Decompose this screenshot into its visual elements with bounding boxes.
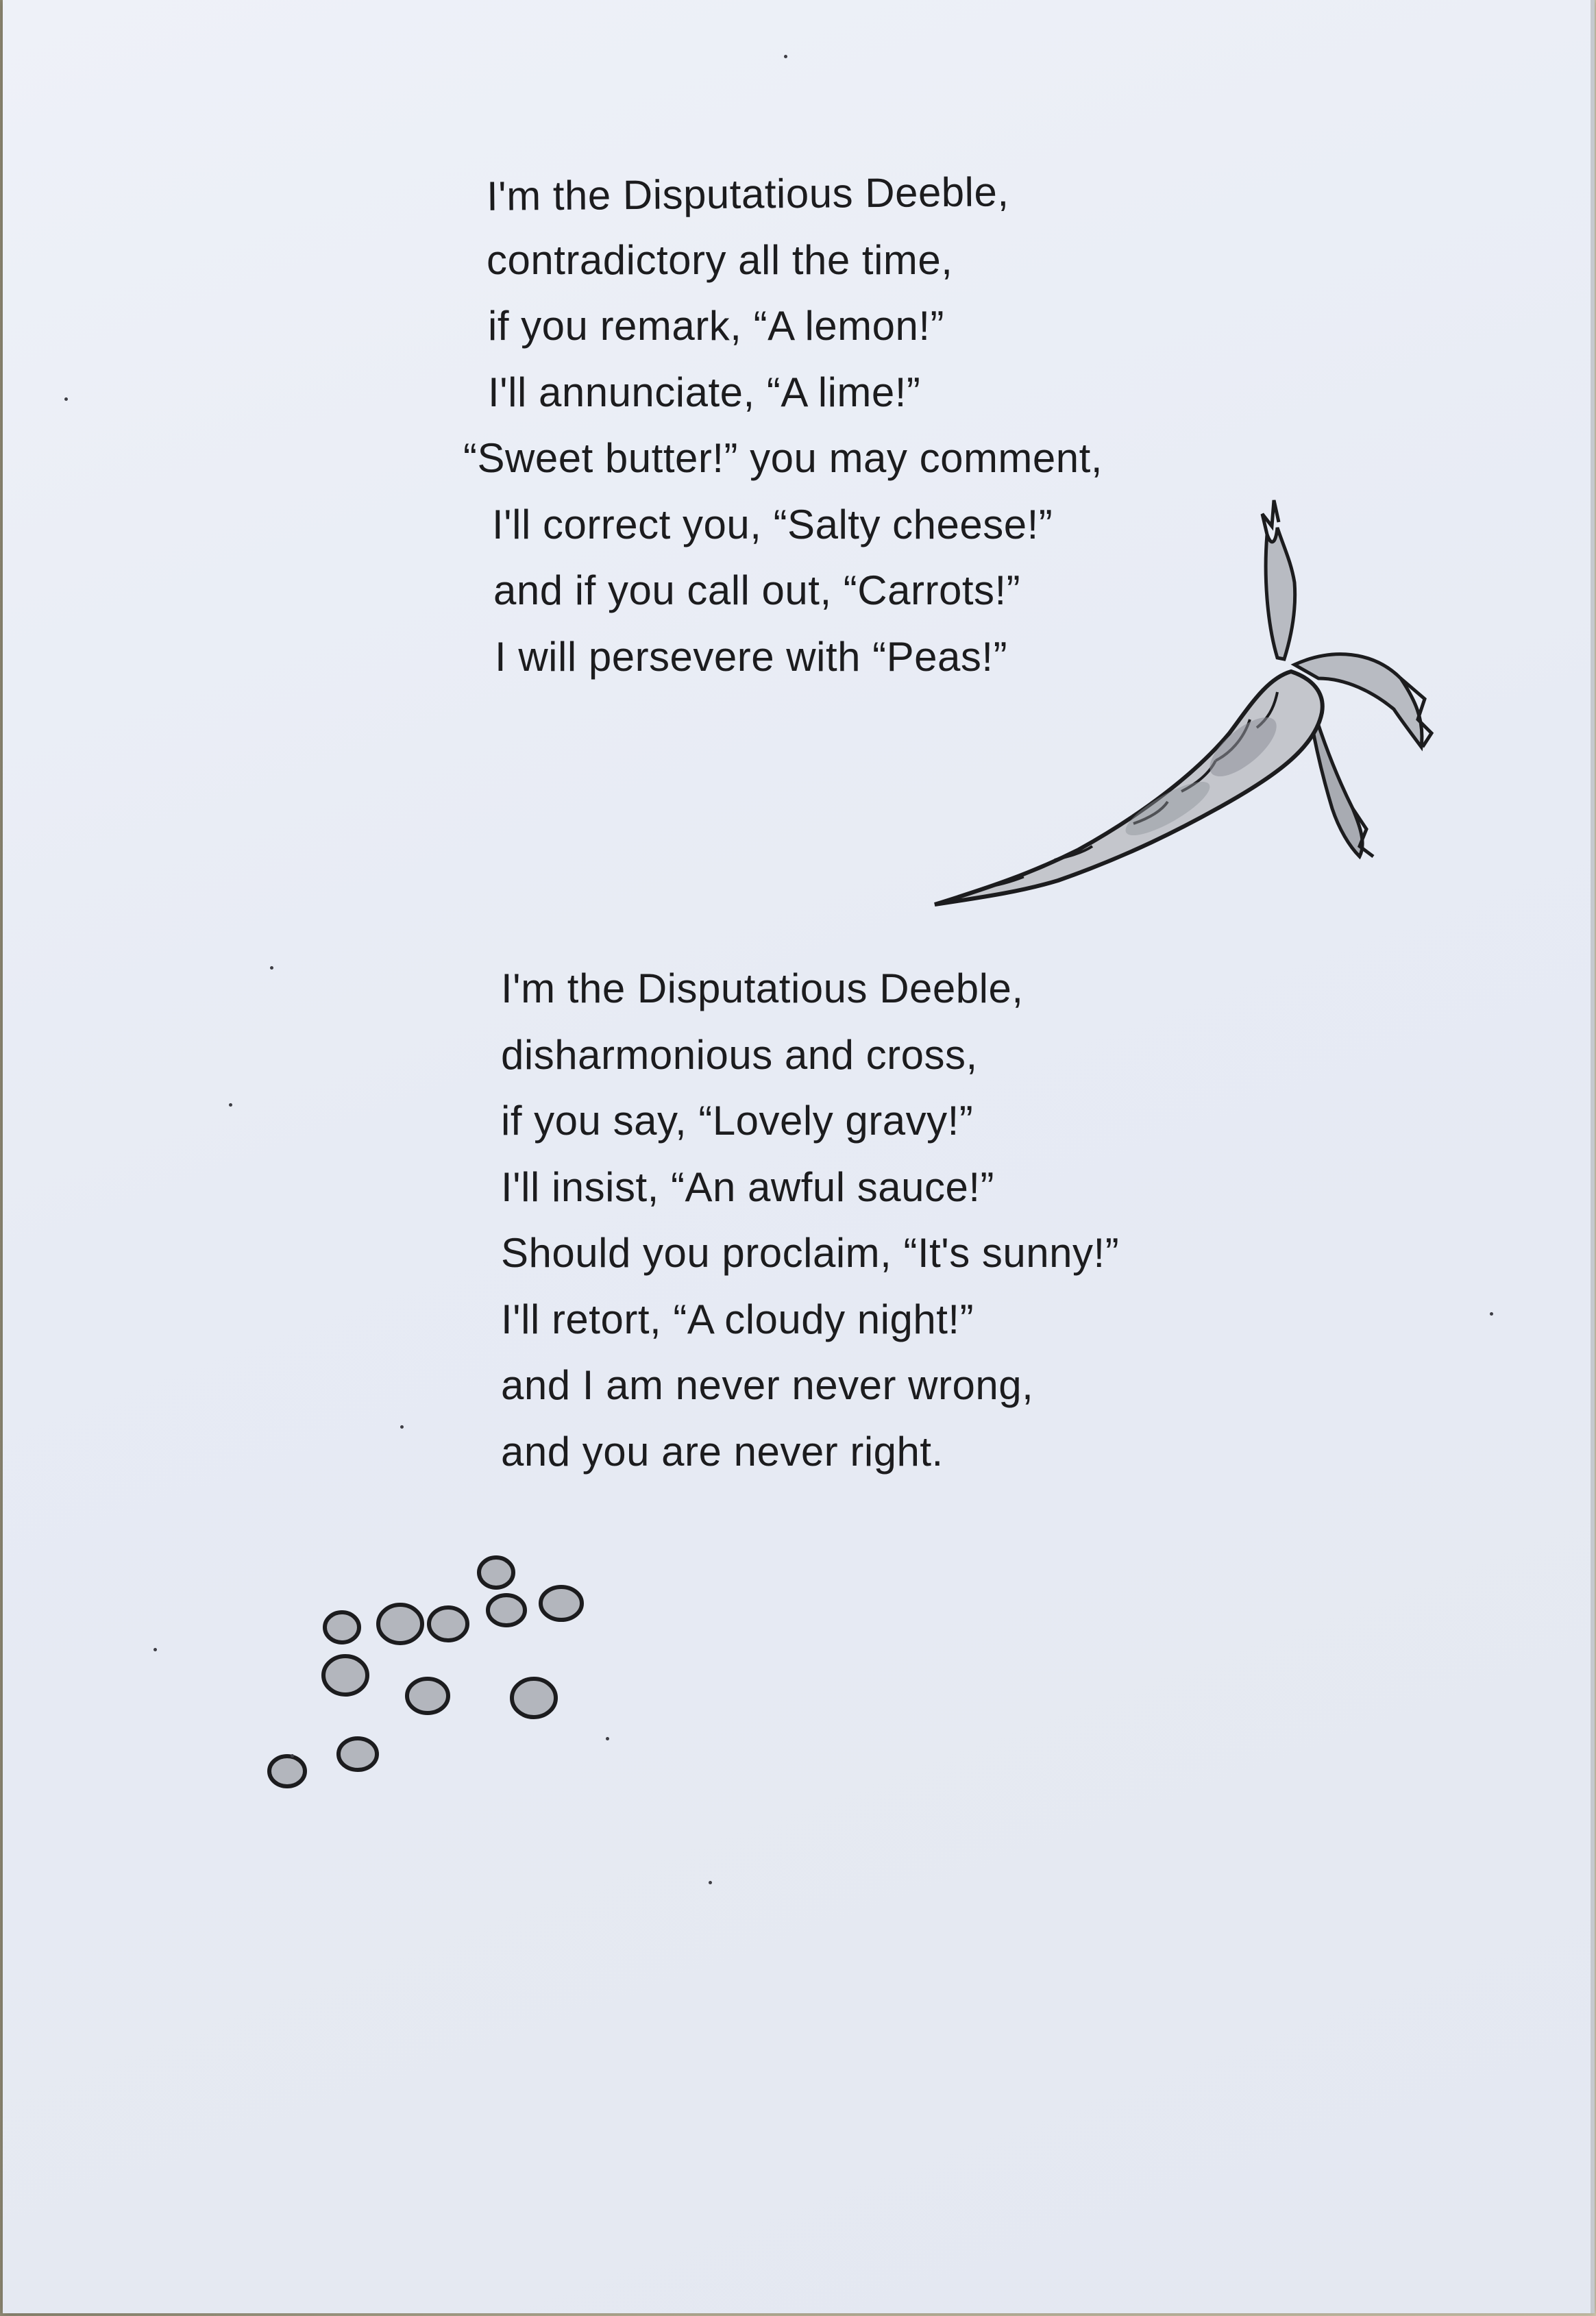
poem-line: I'll insist, “An awful sauce!”	[501, 1163, 995, 1210]
pea	[510, 1677, 558, 1719]
poem-line: I'll annunciate, “A lime!”	[488, 369, 921, 415]
paper-speck	[709, 1881, 712, 1884]
pea	[486, 1593, 527, 1627]
book-page: I'm the Disputatious Deeble, contradicto…	[3, 0, 1595, 2313]
pea	[267, 1754, 307, 1788]
paper-speck	[154, 1648, 157, 1651]
poem-line: Should you proclaim, “It's sunny!”	[501, 1230, 1120, 1276]
pea	[539, 1585, 584, 1622]
poem-line: I'll retort, “A cloudy night!”	[501, 1296, 974, 1342]
pea	[336, 1736, 379, 1772]
carrot-illustration	[934, 500, 1434, 907]
poem-line: disharmonious and cross,	[501, 1031, 978, 1078]
paper-speck	[291, 1754, 294, 1758]
poem-line: and you are never right.	[501, 1428, 944, 1475]
poem-line: and I am never never wrong,	[501, 1362, 1034, 1408]
paper-speck	[784, 55, 787, 58]
pea	[477, 1555, 515, 1590]
paper-speck	[1490, 1312, 1493, 1316]
poem-line: contradictory all the time,	[487, 236, 953, 283]
paper-speck	[64, 397, 68, 401]
paper-speck	[229, 1103, 232, 1107]
poem-line: if you remark, “A lemon!”	[488, 303, 945, 349]
paper-speck	[606, 1737, 609, 1740]
poem-line: I'm the Disputatious Deeble,	[501, 965, 1024, 1011]
pea	[321, 1654, 369, 1697]
paper-speck	[400, 1425, 404, 1429]
peas-illustration	[267, 1555, 584, 1788]
pea	[405, 1677, 450, 1715]
pea	[376, 1603, 424, 1645]
paper-speck	[270, 966, 273, 970]
poem-line: I'm the Disputatious Deeble,	[486, 169, 1009, 219]
pea	[323, 1610, 361, 1644]
pea	[427, 1605, 469, 1642]
poem-line: if you say, “Lovely gravy!”	[501, 1098, 974, 1144]
poem-stanza-2: I'm the Disputatious Deeble, disharmonio…	[501, 956, 1119, 1485]
